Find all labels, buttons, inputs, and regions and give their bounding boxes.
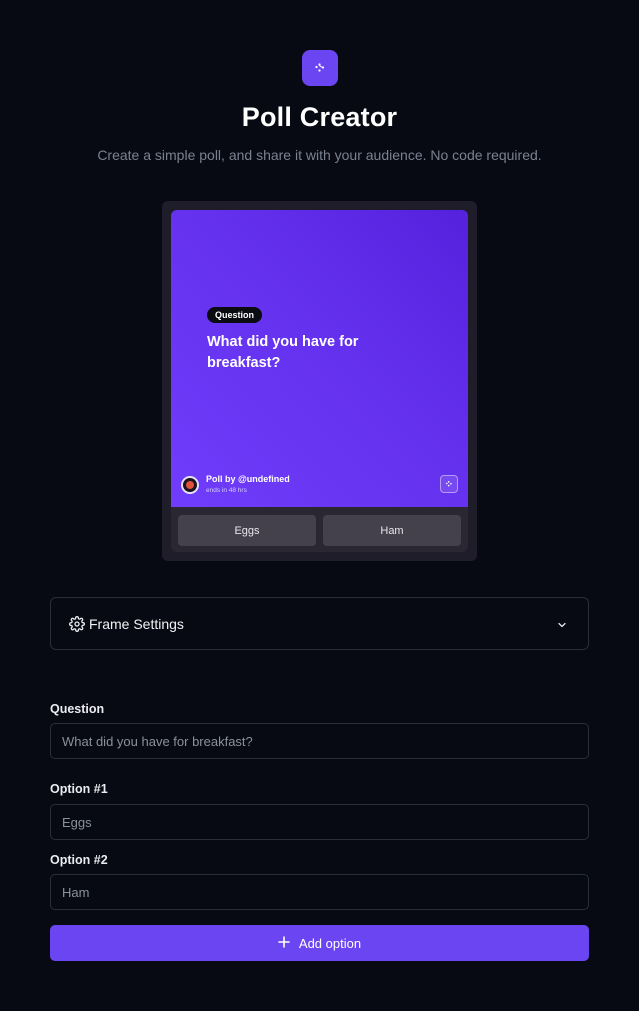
poll-logo-icon-small — [440, 475, 458, 493]
question-label: Question — [50, 702, 105, 716]
poll-author: Poll by @undefined — [206, 474, 290, 484]
poll-preview: Question What did you have for breakfast… — [162, 201, 477, 561]
preview-options: Eggs Ham — [171, 507, 468, 552]
preview-question-text: What did you have for breakfast? — [207, 334, 359, 371]
add-option-label: Add option — [298, 935, 362, 951]
gear-icon — [69, 615, 85, 632]
poll-ends-text: ends in 48 hrs — [206, 487, 247, 494]
plus-icon — [278, 935, 290, 951]
frame-settings-label: Frame Settings — [89, 615, 184, 632]
page-title: Poll Creator — [241, 102, 398, 132]
page-subtitle: Create a simple poll, and share it with … — [97, 147, 542, 163]
option-2-input[interactable] — [50, 874, 589, 910]
option-1-input[interactable] — [50, 804, 589, 840]
add-option-button[interactable]: Add option — [50, 925, 589, 961]
poll-creator-page: Poll Creator Create a simple poll, and s… — [0, 0, 639, 1011]
option-1-label: Option #1 — [50, 782, 108, 796]
frame-settings-toggle[interactable]: Frame Settings — [50, 597, 589, 650]
question-badge: Question — [207, 307, 263, 323]
chevron-down-icon — [556, 618, 568, 636]
question-input[interactable] — [50, 723, 589, 759]
preview-option-button[interactable]: Ham — [323, 515, 461, 546]
poll-preview-card: Question What did you have for breakfast… — [171, 210, 468, 507]
option-2-label: Option #2 — [50, 853, 108, 867]
poll-logo-icon — [302, 50, 338, 86]
avatar — [181, 476, 199, 494]
preview-option-button[interactable]: Eggs — [178, 515, 316, 546]
